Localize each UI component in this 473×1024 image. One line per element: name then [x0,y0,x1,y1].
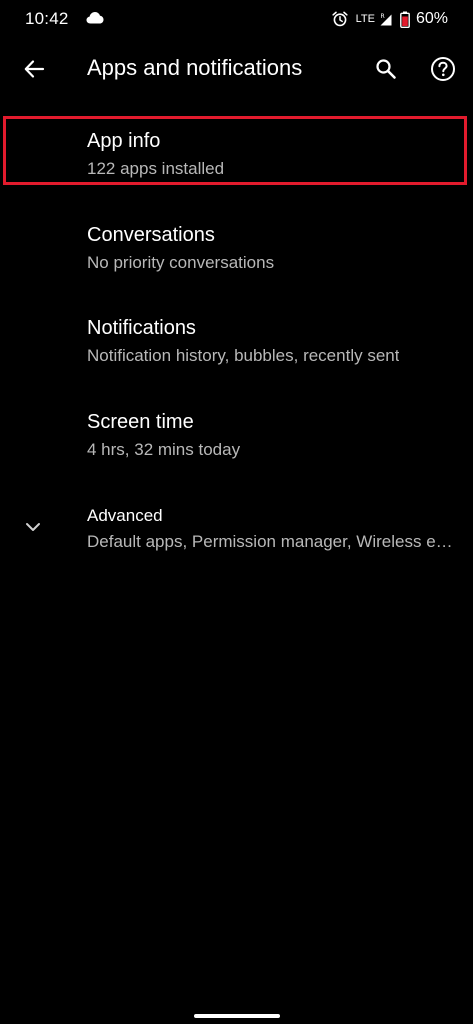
list-item-subtitle: No priority conversations [87,253,275,272]
battery-percent: 60% [415,10,448,27]
highlight-box [3,116,467,185]
search-button[interactable] [372,55,400,83]
signal-icon: R [380,13,392,26]
app-bar: Apps and notifications [0,40,473,100]
list-item-title: Conversations [87,224,215,246]
list-item-subtitle: Notification history, bubbles, recently … [87,346,400,365]
gesture-nav-handle[interactable] [194,1014,280,1018]
list-item-screen-time[interactable]: Screen time 4 hrs, 32 mins today [0,399,473,487]
battery-icon [400,11,410,28]
list-item-title: Advanced [87,506,163,525]
list-item-title: Notifications [87,317,196,339]
status-indicators: LTE R 60% [332,8,448,30]
status-time: 10:42 [25,9,69,28]
network-type: LTE [355,12,375,25]
help-button[interactable] [428,54,458,84]
roaming-badge: R [380,13,384,20]
list-item-title: Screen time [87,411,194,433]
status-bar: 10:42 LTE R 60% [0,0,473,40]
list-item-advanced[interactable]: Advanced Default apps, Permission manage… [0,494,473,582]
alarm-icon [332,11,348,27]
chevron-down-icon[interactable] [24,518,42,536]
list-item-subtitle: 4 hrs, 32 mins today [87,440,241,459]
cloud-icon [86,12,104,24]
search-icon [376,59,396,79]
list-item-conversations[interactable]: Conversations No priority conversations [0,212,473,300]
arrow-left-icon [24,60,45,78]
list-item-subtitle: Default apps, Permission manager, Wirele… [87,532,453,551]
page-title: Apps and notifications [87,55,303,80]
back-button[interactable] [20,55,48,83]
list-item-notifications[interactable]: Notifications Notification history, bubb… [0,305,473,393]
help-circle-icon [431,57,455,81]
